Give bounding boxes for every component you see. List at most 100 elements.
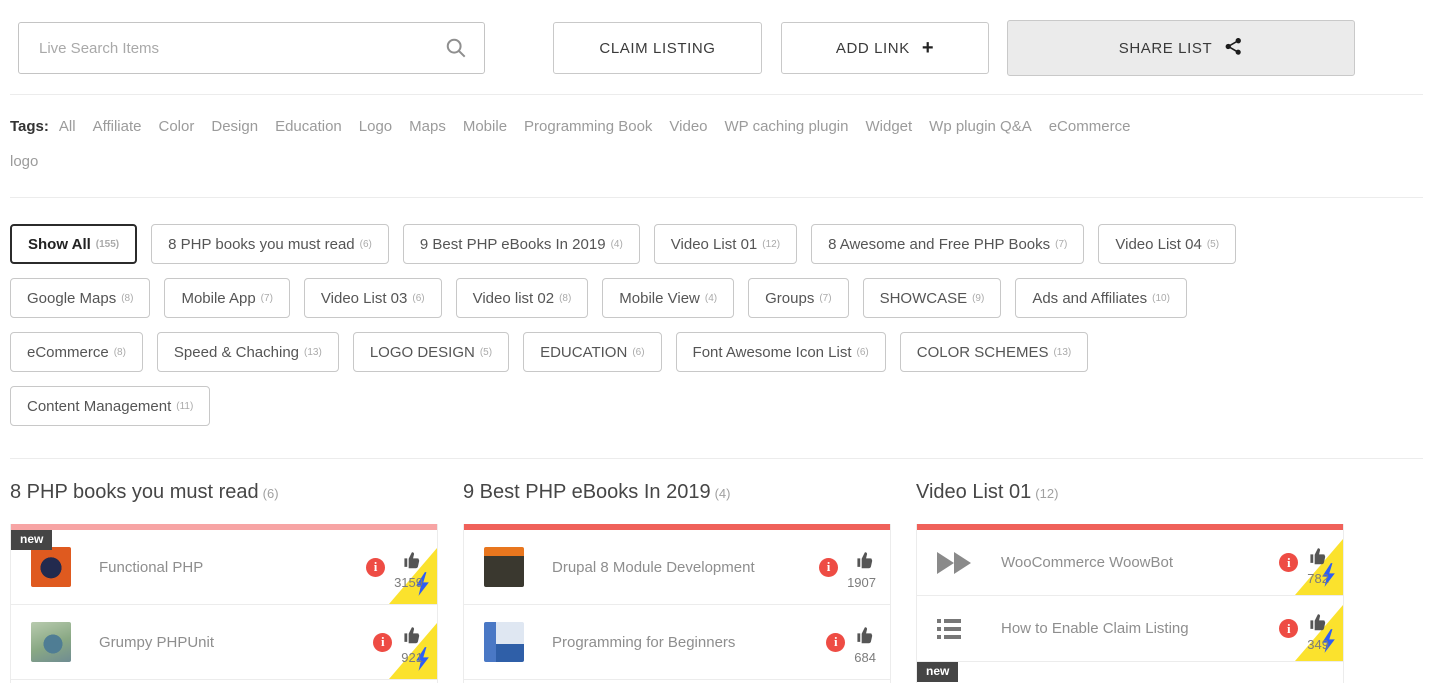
lists-grid: 8 PHP books you must read (6) new Functiona…	[0, 459, 1433, 683]
like-button[interactable]: 782	[1307, 547, 1329, 586]
tag-link[interactable]: Wp plugin Q&A	[929, 118, 1032, 135]
filter-count: (7)	[1055, 238, 1068, 250]
tag-link[interactable]: Widget	[865, 118, 912, 135]
filter-button[interactable]: SHOWCASE (9)	[862, 278, 1002, 318]
list-title: 9 Best PHP eBooks In 2019 (4)	[463, 481, 891, 504]
tag-link[interactable]: All	[59, 118, 76, 135]
claim-listing-button[interactable]: CLAIM LISTING	[553, 22, 762, 74]
filter-label: Video list 02	[472, 289, 555, 307]
tags-bar: Tags: All Affiliate Color Design Education Log…	[0, 95, 1433, 189]
thumbs-up-icon	[856, 552, 876, 574]
filter-button[interactable]: LOGO DESIGN (5)	[352, 332, 510, 372]
item-actions: i 1907	[819, 548, 876, 590]
tag-link[interactable]: Affiliate	[93, 118, 142, 135]
share-list-button[interactable]: SHARE LIST	[1007, 20, 1355, 76]
like-button[interactable]: 921	[401, 627, 423, 665]
filter-count: (6)	[359, 238, 372, 250]
filter-label: 8 PHP books you must read	[168, 235, 355, 253]
grumpy-phpunit-thumbnail	[31, 622, 71, 662]
list-card: Drupal 8 Module Development i 1907 Programm…	[463, 524, 891, 683]
like-button[interactable]: 684	[854, 627, 876, 665]
search-input[interactable]	[18, 22, 485, 74]
filter-button[interactable]: Video List 04 (5)	[1098, 224, 1237, 264]
list-item[interactable]: newSetting Up Multi Page Directoryi	[917, 662, 1343, 683]
filter-count: (13)	[304, 346, 322, 358]
list-item[interactable]: Grumpy PHPUnit i 921	[11, 605, 437, 680]
filter-button[interactable]: Video list 02 (8)	[455, 278, 589, 318]
tag-link[interactable]: WP caching plugin	[725, 118, 849, 135]
filter-button[interactable]: Mobile View (4)	[602, 278, 735, 318]
add-link-label: ADD LINK	[835, 39, 910, 57]
filter-label: eCommerce	[27, 343, 109, 361]
filter-button-show-all[interactable]: Show All (155)	[10, 224, 138, 264]
list-item[interactable]: WooCommerce WoowBot i 782	[917, 530, 1343, 596]
list-item[interactable]: new Functional PHP i 3159	[11, 530, 437, 605]
like-button[interactable]: 1907	[847, 552, 876, 590]
tag-link[interactable]: eCommerce	[1049, 118, 1131, 135]
filter-label: Ads and Affiliates	[1032, 289, 1148, 307]
tag-link[interactable]: Education	[275, 118, 342, 135]
filter-button[interactable]: Mobile App (7)	[164, 278, 290, 318]
list-item[interactable]: How to Enable Claim Listing i 349	[917, 596, 1343, 662]
list-title-text: 8 PHP books you must read	[10, 481, 259, 503]
filter-button[interactable]: Font Awesome Icon List (6)	[675, 332, 886, 372]
list-card: new Functional PHP i 3159 Grumpy PHPUnit i 921	[10, 524, 438, 683]
list-title: 8 PHP books you must read (6)	[10, 481, 438, 504]
filter-count: (12)	[762, 238, 781, 250]
thumbs-up-icon	[1309, 613, 1329, 636]
info-icon[interactable]: i	[366, 557, 386, 577]
info-icon[interactable]: i	[1279, 553, 1299, 572]
filter-count: (7)	[819, 292, 832, 304]
category-filters: Show All (155) 8 PHP books you must read (6…	[0, 198, 1433, 458]
like-button[interactable]: 349	[1307, 613, 1329, 652]
list-title-text: 9 Best PHP eBooks In 2019	[463, 481, 711, 503]
filter-button[interactable]: Ads and Affiliates (10)	[1015, 278, 1187, 318]
info-icon[interactable]: i	[819, 557, 839, 577]
filter-count: (4)	[610, 238, 623, 250]
filter-count: (8)	[113, 346, 126, 358]
filter-count: (155)	[95, 238, 120, 250]
tag-link[interactable]: Color	[159, 118, 195, 135]
filter-count: (9)	[972, 292, 985, 304]
new-badge: new	[917, 662, 959, 682]
filter-label: SHOWCASE	[879, 289, 968, 307]
tag-link[interactable]: Mobile	[463, 118, 507, 135]
search-icon[interactable]	[445, 37, 467, 59]
tag-link[interactable]: Maps	[409, 118, 446, 135]
filter-button[interactable]: 8 PHP books you must read (6)	[151, 224, 389, 264]
filter-button[interactable]: Video List 03 (6)	[303, 278, 442, 318]
filter-count: (5)	[1206, 238, 1220, 250]
filter-button[interactable]: Google Maps (8)	[10, 278, 151, 318]
tag-link[interactable]: Logo	[359, 118, 392, 135]
filter-button[interactable]: Speed & Chaching (13)	[156, 332, 339, 372]
filter-button[interactable]: COLOR SCHEMES (13)	[899, 332, 1089, 372]
tag-link[interactable]: Design	[211, 118, 258, 135]
tag-link[interactable]: logo	[10, 153, 38, 170]
list-item[interactable]: Programming for Beginners i 684	[464, 605, 890, 680]
list-item[interactable]: Drupal 8 Module Development i 1907	[464, 530, 890, 605]
list-count: (12)	[1035, 486, 1059, 501]
info-icon[interactable]: i	[373, 632, 393, 652]
filter-label: 9 Best PHP eBooks In 2019	[419, 235, 606, 253]
item-actions: i 349	[1279, 610, 1329, 652]
like-button[interactable]: 3159	[394, 552, 423, 590]
tag-link[interactable]: Video	[669, 118, 707, 135]
filter-label: Google Maps	[27, 289, 117, 307]
add-link-button[interactable]: ADD LINK +	[781, 22, 989, 74]
share-icon	[1224, 37, 1243, 60]
filter-button[interactable]: Video List 01 (12)	[653, 224, 798, 264]
filter-count: (6)	[632, 346, 645, 358]
filter-button[interactable]: 8 Awesome and Free PHP Books (7)	[811, 224, 1085, 264]
filter-button[interactable]: EDUCATION (6)	[523, 332, 662, 372]
filter-button[interactable]: Content Management (11)	[10, 386, 211, 426]
filter-button[interactable]: 9 Best PHP eBooks In 2019 (4)	[402, 224, 640, 264]
info-icon[interactable]: i	[826, 632, 846, 652]
info-icon[interactable]: i	[1279, 619, 1299, 638]
filter-count: (6)	[412, 292, 425, 304]
like-count: 349	[1307, 636, 1329, 652]
filter-label: Font Awesome Icon List	[692, 343, 852, 361]
filter-button[interactable]: eCommerce (8)	[10, 332, 143, 372]
filter-count: (7)	[260, 292, 273, 304]
tag-link[interactable]: Programming Book	[524, 118, 652, 135]
filter-button[interactable]: Groups (7)	[748, 278, 849, 318]
